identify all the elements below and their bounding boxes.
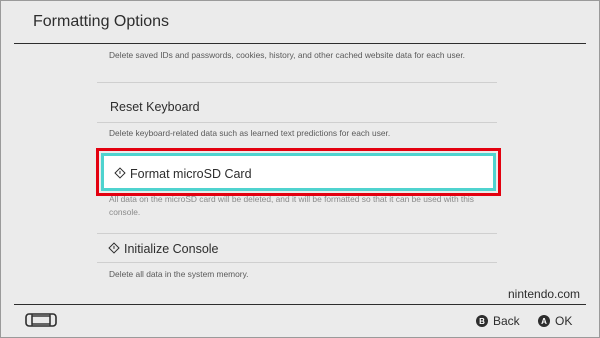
- format-sd-item[interactable]: Format microSD Card: [101, 153, 496, 191]
- format-sd-item-content: Format microSD Card: [114, 167, 252, 181]
- watermark: nintendo.com: [508, 287, 581, 301]
- list-divider: [97, 233, 497, 234]
- format-sd-description: All data on the microSD card will be del…: [109, 194, 474, 217]
- a-button-icon: A: [538, 315, 550, 327]
- back-button[interactable]: B Back: [476, 314, 520, 328]
- list-divider: [97, 122, 497, 123]
- list-divider: [97, 262, 497, 263]
- warning-diamond-icon: [108, 242, 120, 254]
- reset-keyboard-description: Delete keyboard-related data such as lea…: [109, 128, 391, 138]
- highlight-box: Format microSD Card: [96, 148, 501, 196]
- format-sd-label: Format microSD Card: [130, 167, 252, 181]
- reset-keyboard-label[interactable]: Reset Keyboard: [110, 100, 200, 114]
- page-title: Formatting Options: [33, 13, 170, 30]
- footer-divider: [14, 304, 586, 305]
- b-button-icon: B: [476, 315, 488, 327]
- list-divider: [97, 82, 497, 83]
- initialize-console-item[interactable]: Initialize Console: [108, 242, 219, 256]
- clear-cache-description: Delete saved IDs and passwords, cookies,…: [109, 50, 465, 60]
- warning-diamond-icon: [114, 167, 126, 179]
- back-label: Back: [493, 314, 520, 328]
- switch-console-icon: [25, 313, 57, 327]
- ok-label: OK: [555, 314, 573, 328]
- ok-button[interactable]: A OK: [538, 314, 572, 328]
- initialize-console-label: Initialize Console: [124, 242, 219, 256]
- initialize-console-description: Delete all data in the system memory.: [109, 269, 249, 279]
